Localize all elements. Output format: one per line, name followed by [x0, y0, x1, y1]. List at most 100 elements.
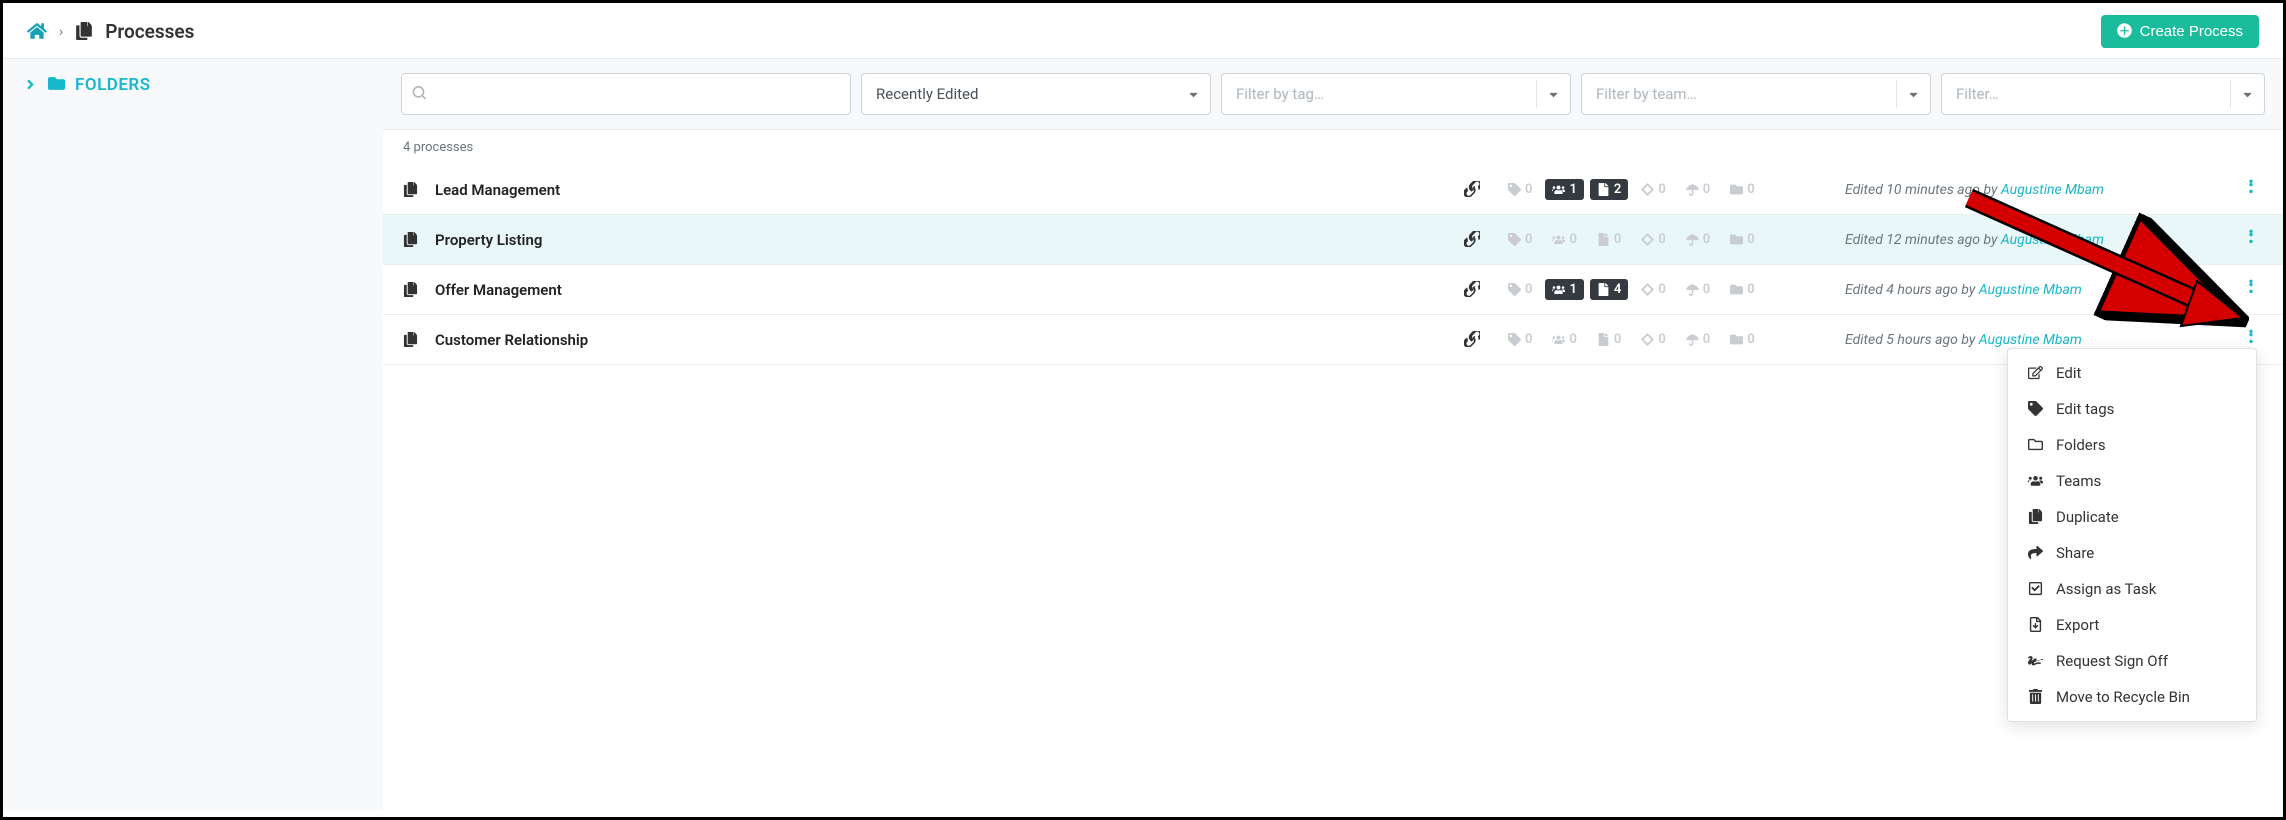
- search-box[interactable]: [401, 73, 851, 115]
- umbrella-badge[interactable]: 0: [1679, 179, 1717, 200]
- docs-badge[interactable]: 0: [1590, 329, 1628, 350]
- tags-badge[interactable]: 0: [1501, 229, 1539, 250]
- breadcrumb-separator: ›: [59, 24, 63, 40]
- menu-item-edit[interactable]: Edit: [2008, 355, 2256, 391]
- sort-select[interactable]: Recently Edited: [861, 73, 1211, 115]
- diamond-badge[interactable]: 0: [1634, 329, 1672, 350]
- menu-item-label: Move to Recycle Bin: [2056, 688, 2190, 706]
- chevron-down-icon: [1896, 80, 1920, 108]
- filter-label: Filter…: [1956, 85, 1999, 103]
- edit-icon: [2026, 364, 2044, 382]
- share-icon: [2026, 544, 2044, 562]
- filter-tag-label: Filter by tag…: [1236, 85, 1324, 103]
- edited-meta: Edited 10 minutes ago by Augustine Mbam: [1845, 182, 2225, 198]
- folders-label: FOLDERS: [75, 75, 151, 95]
- row-menu-button[interactable]: [2239, 279, 2263, 300]
- process-row[interactable]: Offer Management 0 1 4 0 0 0Edited 4 hou…: [383, 265, 2283, 315]
- menu-item-request-sign-off[interactable]: Request Sign Off: [2008, 643, 2256, 679]
- filter-tag-select[interactable]: Filter by tag…: [1221, 73, 1571, 115]
- edited-meta: Edited 5 hours ago by Augustine Mbam: [1845, 332, 2225, 348]
- sort-label: Recently Edited: [876, 85, 978, 103]
- menu-item-assign-as-task[interactable]: Assign as Task: [2008, 571, 2256, 607]
- folder-icon: [2026, 436, 2044, 454]
- menu-item-duplicate[interactable]: Duplicate: [2008, 499, 2256, 535]
- process-row[interactable]: Lead Management 0 1 2 0 0 0Edited 10 min…: [383, 165, 2283, 215]
- link-icon[interactable]: [1457, 180, 1487, 199]
- diamond-badge[interactable]: 0: [1634, 279, 1672, 300]
- main-content: Recently Edited Filter by tag… Filter by…: [383, 58, 2283, 810]
- process-icon: [403, 231, 421, 249]
- process-row[interactable]: Property Listing 0 0 0 0 0 0 Edited 12 mi…: [383, 215, 2283, 265]
- row-menu-button[interactable]: [2239, 329, 2263, 350]
- process-name: Property Listing: [435, 231, 542, 249]
- badge-group: 0 1 4 0 0 0: [1501, 279, 1831, 300]
- menu-item-label: Edit tags: [2056, 400, 2114, 418]
- diamond-badge[interactable]: 0: [1634, 229, 1672, 250]
- check-icon: [2026, 580, 2044, 598]
- diamond-badge[interactable]: 0: [1634, 179, 1672, 200]
- row-menu-button[interactable]: [2239, 179, 2263, 200]
- edited-meta: Edited 12 minutes ago by Augustine Mbam: [1845, 232, 2225, 248]
- process-list: Lead Management 0 1 2 0 0 0Edited 10 min…: [383, 165, 2283, 365]
- chevron-down-icon: [1177, 80, 1200, 108]
- copy-icon: [2026, 508, 2044, 526]
- create-process-button[interactable]: Create Process: [2101, 15, 2259, 48]
- menu-item-folders[interactable]: Folders: [2008, 427, 2256, 463]
- chevron-down-icon: [1536, 80, 1560, 108]
- menu-item-export[interactable]: Export: [2008, 607, 2256, 643]
- process-row[interactable]: Customer Relationship 0 0 0 0 0 0 Edited …: [383, 315, 2283, 365]
- process-icon: [403, 331, 421, 349]
- umbrella-badge[interactable]: 0: [1679, 279, 1717, 300]
- menu-item-share[interactable]: Share: [2008, 535, 2256, 571]
- filter-select[interactable]: Filter…: [1941, 73, 2265, 115]
- teams-badge[interactable]: 1: [1545, 179, 1583, 200]
- editor-link[interactable]: Augustine Mbam: [2001, 182, 2104, 198]
- link-icon[interactable]: [1457, 280, 1487, 299]
- menu-item-label: Teams: [2056, 472, 2101, 490]
- page-title: Processes: [105, 20, 194, 43]
- teams-badge[interactable]: 0: [1545, 329, 1583, 350]
- docs-badge[interactable]: 2: [1590, 179, 1628, 200]
- plus-circle-icon: [2117, 23, 2132, 40]
- menu-item-label: Duplicate: [2056, 508, 2119, 526]
- editor-link[interactable]: Augustine Mbam: [1979, 282, 2082, 298]
- menu-item-label: Export: [2056, 616, 2099, 634]
- sidebar: FOLDERS: [3, 58, 383, 810]
- folder-badge[interactable]: 0: [1723, 179, 1761, 200]
- link-icon[interactable]: [1457, 330, 1487, 349]
- umbrella-badge[interactable]: 0: [1679, 229, 1717, 250]
- tag-icon: [2026, 400, 2044, 418]
- link-icon[interactable]: [1457, 230, 1487, 249]
- umbrella-badge[interactable]: 0: [1679, 329, 1717, 350]
- editor-link[interactable]: Augustine Mbam: [1979, 332, 2082, 348]
- header: › Processes Create Process: [3, 3, 2283, 58]
- editor-link[interactable]: Augustine Mbam: [2001, 232, 2104, 248]
- badge-group: 0 0 0 0 0 0: [1501, 329, 1831, 350]
- menu-item-label: Assign as Task: [2056, 580, 2156, 598]
- folder-badge[interactable]: 0: [1723, 279, 1761, 300]
- home-icon[interactable]: [27, 20, 47, 44]
- row-menu-button[interactable]: [2239, 229, 2263, 250]
- folder-badge[interactable]: 0: [1723, 229, 1761, 250]
- filter-team-select[interactable]: Filter by team…: [1581, 73, 1931, 115]
- trash-icon: [2026, 688, 2044, 706]
- search-input[interactable]: [426, 86, 840, 103]
- docs-badge[interactable]: 4: [1590, 279, 1628, 300]
- teams-badge[interactable]: 0: [1545, 229, 1583, 250]
- folder-badge[interactable]: 0: [1723, 329, 1761, 350]
- edited-meta: Edited 4 hours ago by Augustine Mbam: [1845, 282, 2225, 298]
- badge-group: 0 0 0 0 0 0: [1501, 229, 1831, 250]
- folders-toggle[interactable]: FOLDERS: [23, 75, 363, 95]
- tags-badge[interactable]: 0: [1501, 329, 1539, 350]
- export-icon: [2026, 616, 2044, 634]
- tags-badge[interactable]: 0: [1501, 279, 1539, 300]
- process-name: Customer Relationship: [435, 331, 588, 349]
- tags-badge[interactable]: 0: [1501, 179, 1539, 200]
- menu-item-edit-tags[interactable]: Edit tags: [2008, 391, 2256, 427]
- menu-item-teams[interactable]: Teams: [2008, 463, 2256, 499]
- teams-badge[interactable]: 1: [1545, 279, 1583, 300]
- menu-item-move-to-recycle-bin[interactable]: Move to Recycle Bin: [2008, 679, 2256, 715]
- docs-badge[interactable]: 0: [1590, 229, 1628, 250]
- breadcrumb: › Processes: [27, 20, 194, 44]
- row-actions-menu: Edit Edit tags Folders Teams Duplicate Share A…: [2007, 348, 2257, 722]
